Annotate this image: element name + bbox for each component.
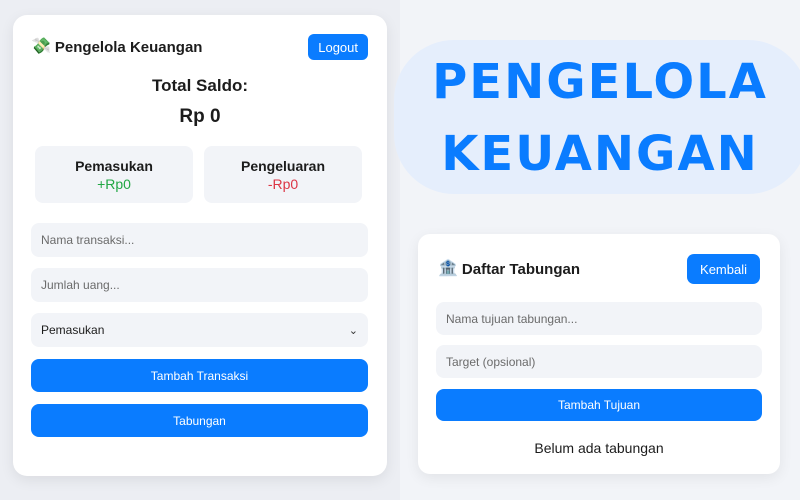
hero-title-line-1: PENGELOLA — [432, 54, 768, 110]
back-button[interactable]: Kembali — [687, 254, 760, 284]
savings-target-input[interactable]: Target (opsional) — [436, 345, 762, 378]
savings-title: 🏦 Daftar Tabungan — [438, 261, 580, 278]
expense-label: Pengeluaran — [240, 158, 326, 174]
expense-value: -Rp0 — [267, 176, 299, 192]
logout-button[interactable]: Logout — [308, 34, 368, 60]
amount-input[interactable]: Jumlah uang... — [31, 268, 368, 302]
money-icon: 💸 — [31, 38, 51, 55]
income-label: Pemasukan — [75, 158, 153, 174]
chevron-down-icon: ⌄ — [348, 324, 358, 337]
savings-goal-input[interactable]: Nama tujuan tabungan... — [436, 302, 762, 335]
savings-card: 🏦 Daftar Tabungan Kembali Nama tujuan ta… — [418, 234, 780, 474]
income-value: +Rp0 — [97, 176, 131, 192]
transaction-type-value: Pemasukan — [41, 323, 105, 337]
income-summary: Pemasukan +Rp0 — [35, 146, 193, 203]
total-balance-label: Total Saldo: — [151, 76, 248, 95]
savings-target-placeholder: Target (opsional) — [446, 354, 536, 369]
finance-header: 💸 Pengelola Keuangan Logout — [31, 34, 368, 60]
savings-title-text: Daftar Tabungan — [461, 260, 580, 278]
transaction-name-input[interactable]: Nama transaksi... — [31, 223, 368, 257]
bank-icon: 🏦 — [438, 260, 458, 277]
expense-summary: Pengeluaran -Rp0 — [204, 146, 362, 203]
amount-placeholder: Jumlah uang... — [41, 278, 120, 292]
app-title-text: Pengelola Keuangan — [54, 38, 203, 56]
savings-header: 🏦 Daftar Tabungan Kembali — [438, 254, 760, 284]
app-title: 💸 Pengelola Keuangan — [31, 39, 202, 56]
savings-button[interactable]: Tabungan — [31, 404, 368, 437]
total-balance-value: Rp 0 — [179, 106, 221, 127]
finance-card: 💸 Pengelola Keuangan Logout Total Saldo:… — [13, 15, 387, 476]
add-transaction-button[interactable]: Tambah Transaksi — [31, 359, 368, 392]
add-goal-button[interactable]: Tambah Tujuan — [436, 389, 762, 421]
transaction-type-select[interactable]: Pemasukan ⌄ — [31, 313, 368, 347]
empty-savings-message: Belum ada tabungan — [534, 440, 664, 456]
transaction-name-placeholder: Nama transaksi... — [41, 233, 135, 247]
savings-goal-placeholder: Nama tujuan tabungan... — [446, 311, 578, 326]
hero-title-line-2: KEUANGAN — [441, 126, 759, 182]
